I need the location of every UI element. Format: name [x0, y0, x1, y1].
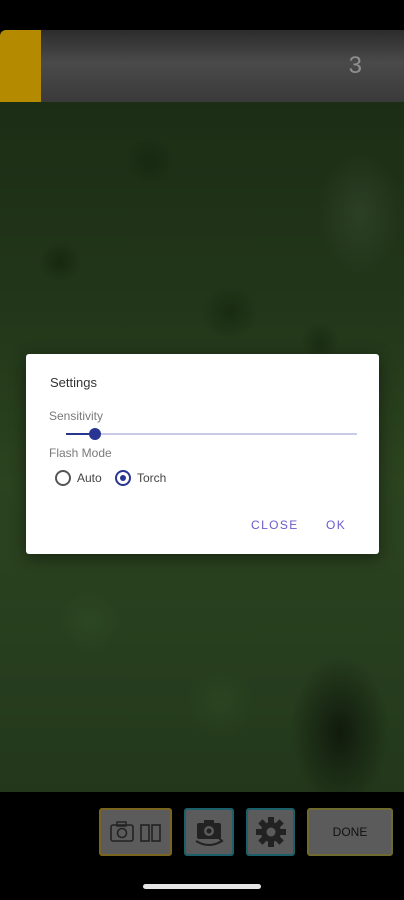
home-indicator[interactable]	[143, 884, 261, 889]
pages-icon	[139, 824, 161, 842]
capture-count-bar: 3	[0, 30, 404, 102]
switch-camera-button[interactable]	[184, 808, 234, 856]
dialog-title: Settings	[50, 375, 97, 390]
sensitivity-label: Sensitivity	[49, 409, 104, 423]
flash-mode-auto-label: Auto	[77, 471, 102, 485]
count-accent-block	[0, 30, 41, 102]
camera-icon	[109, 821, 134, 842]
capture-mode-icons	[109, 821, 161, 842]
ok-button[interactable]: OK	[326, 518, 346, 532]
flash-mode-torch-radio[interactable]: Torch	[115, 467, 166, 489]
status-bar-area	[0, 0, 404, 30]
done-button[interactable]: DONE	[307, 808, 393, 856]
radio-circle	[55, 470, 71, 486]
gear-icon	[255, 817, 286, 847]
settings-dialog: Settings Sensitivity Flash Mode Auto Tor…	[26, 354, 379, 554]
camera-switch-icon	[195, 820, 224, 846]
flash-mode-label: Flash Mode	[49, 446, 112, 460]
radio-circle	[115, 470, 131, 486]
sensitivity-slider-thumb[interactable]	[89, 428, 102, 440]
flash-mode-torch-label: Torch	[137, 471, 167, 485]
settings-button[interactable]	[246, 808, 295, 856]
sensitivity-slider[interactable]	[66, 433, 357, 435]
capture-count: 3	[348, 52, 362, 79]
flash-mode-auto-radio[interactable]: Auto	[55, 467, 102, 489]
close-button[interactable]: CLOSE	[251, 518, 299, 532]
capture-mode-button[interactable]	[99, 808, 172, 856]
